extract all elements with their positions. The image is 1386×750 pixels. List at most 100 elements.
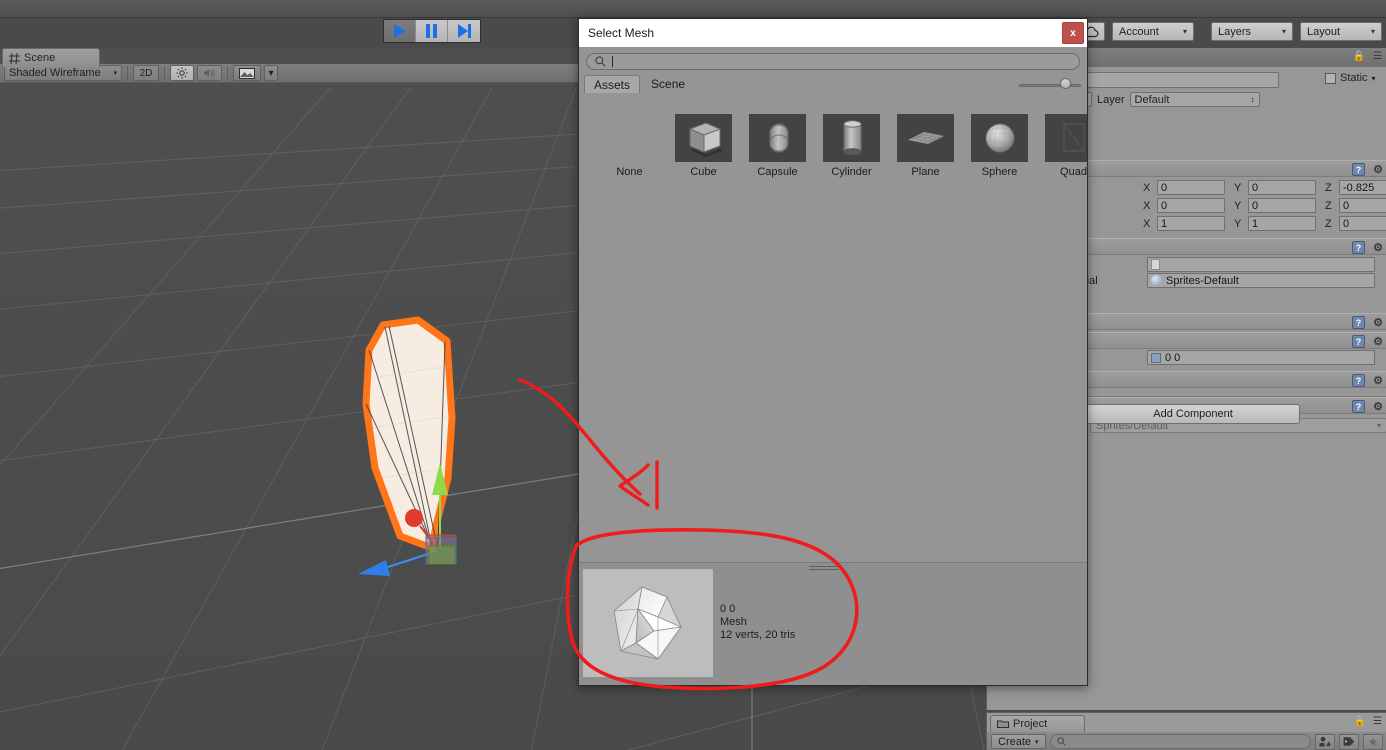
draw-mode-label: Shaded Wireframe	[9, 67, 101, 79]
gear-icon[interactable]: ⚙	[1373, 163, 1383, 176]
pause-icon	[426, 24, 437, 38]
pause-button[interactable]	[416, 20, 448, 42]
help-icon[interactable]: ?	[1352, 400, 1365, 413]
tab-assets[interactable]: Assets	[584, 75, 641, 93]
slider-knob[interactable]	[1060, 78, 1071, 89]
tab-project[interactable]: Project	[990, 715, 1085, 732]
axis-z-label: Z	[1325, 199, 1332, 212]
preview-stats: 12 verts, 20 tris	[720, 629, 796, 641]
chevron-down-icon: ▾	[1370, 27, 1375, 36]
rotation-y-field[interactable]: 0	[1248, 198, 1316, 213]
help-icon[interactable]: ?	[1352, 335, 1365, 348]
tab-assets-label: Assets	[594, 77, 631, 92]
dialog-close-button[interactable]: x	[1062, 22, 1084, 44]
transform-rotation-row: X 0 Y 0 Z 0	[1143, 198, 1386, 213]
mesh-item-sphere[interactable]: Sphere	[971, 114, 1028, 178]
tab-scene[interactable]: Scene	[642, 75, 694, 93]
lock-icon[interactable]: 🔒	[1353, 51, 1365, 62]
gear-icon[interactable]: ⚙	[1373, 241, 1383, 254]
position-x-field[interactable]: 0	[1157, 180, 1225, 195]
mesh-item-cube[interactable]: Cube	[675, 114, 732, 178]
scene-lighting-toggle[interactable]	[170, 65, 194, 81]
scale-x-field[interactable]: 1	[1157, 216, 1225, 231]
playback-controls[interactable]	[383, 19, 481, 43]
plane-icon	[906, 131, 945, 145]
filter-by-type-button[interactable]	[1315, 733, 1335, 750]
add-component-label: Add Component	[1153, 408, 1233, 420]
scene-fx-button[interactable]	[233, 65, 261, 81]
help-icon[interactable]: ?	[1352, 316, 1365, 329]
thumbnail-zoom-slider[interactable]	[1019, 78, 1081, 90]
add-component-button[interactable]: Add Component	[1086, 404, 1300, 424]
mesh-item-quad[interactable]: Quad	[1045, 114, 1087, 178]
dialog-preview-pane: 0 0 Mesh 12 verts, 20 tris	[579, 562, 1087, 685]
mesh-thumbnail	[897, 114, 954, 162]
gear-icon[interactable]: ⚙	[1373, 400, 1383, 413]
project-search-input[interactable]	[1049, 734, 1311, 749]
play-icon	[393, 24, 406, 38]
material-value: Sprites-Default	[1166, 274, 1239, 287]
preview-info: 0 0 Mesh 12 verts, 20 tris	[720, 603, 795, 642]
filter-by-label-button[interactable]	[1339, 733, 1359, 750]
mesh-list: None Cube Capsule Cylinder Plane Sphere …	[601, 114, 1087, 178]
scene-fx-dropdown[interactable]: ▾	[264, 65, 278, 81]
filter-label-icon	[1343, 737, 1355, 746]
select-mesh-dialog[interactable]: Select Mesh x Assets Scene None Cube Cap…	[578, 18, 1088, 686]
axis-y-label: Y	[1234, 199, 1242, 212]
dialog-title: Select Mesh	[588, 26, 655, 40]
step-button[interactable]	[448, 20, 480, 42]
layout-button[interactable]: Layout ▾	[1300, 22, 1382, 41]
static-checkbox[interactable]	[1325, 72, 1336, 84]
gear-icon[interactable]: ⚙	[1373, 374, 1383, 387]
polyhedron-mesh-icon	[613, 585, 683, 660]
layers-button[interactable]: Layers ▾	[1211, 22, 1293, 41]
dialog-asset-grid[interactable]: None Cube Capsule Cylinder Plane Sphere …	[579, 94, 1087, 562]
chevron-down-icon[interactable]: ▾	[1372, 74, 1376, 83]
axis-x-label: X	[1143, 217, 1151, 230]
mesh-item-none[interactable]: None	[601, 114, 658, 178]
chevron-down-icon: ▾	[268, 67, 274, 79]
folder-icon	[997, 720, 1009, 728]
project-panel: Project 🔒 ☰ Create ▾ ★	[986, 712, 1386, 750]
tab-scene[interactable]: Scene	[2, 48, 100, 67]
mesh-object-field[interactable]: 0 0	[1147, 350, 1375, 365]
transform-position-row: X 0 Y 0 Z -0.825	[1143, 180, 1386, 195]
create-asset-button[interactable]: Create ▾	[991, 734, 1046, 749]
gear-icon[interactable]: ⚙	[1373, 316, 1383, 329]
favorites-button[interactable]: ★	[1363, 733, 1383, 750]
position-y-field[interactable]: 0	[1248, 180, 1316, 195]
script-object-field[interactable]	[1147, 257, 1375, 272]
material-object-field[interactable]: Sprites-Default	[1147, 273, 1375, 288]
mesh-item-capsule[interactable]: Capsule	[749, 114, 806, 178]
scale-z-field[interactable]: 0	[1339, 216, 1386, 231]
scene-audio-toggle[interactable]	[197, 65, 222, 81]
mesh-item-cylinder[interactable]: Cylinder	[823, 114, 880, 178]
gear-icon[interactable]: ⚙	[1373, 335, 1383, 348]
static-checkbox-group[interactable]: Static ▾	[1325, 72, 1376, 84]
position-z-field[interactable]: -0.825	[1339, 180, 1386, 195]
updown-icon: ↕	[1250, 95, 1255, 104]
project-toolbar: Create ▾ ★	[987, 732, 1386, 750]
draw-mode-dropdown[interactable]: Shaded Wireframe ▾	[4, 65, 122, 81]
scale-y-field[interactable]: 1	[1248, 216, 1316, 231]
dialog-title-bar[interactable]: Select Mesh	[579, 19, 1087, 47]
help-icon[interactable]: ?	[1352, 163, 1365, 176]
menu-icon[interactable]: ☰	[1373, 716, 1382, 727]
help-icon[interactable]: ?	[1352, 241, 1365, 254]
help-icon[interactable]: ?	[1352, 374, 1365, 387]
lock-icon[interactable]: 🔒	[1354, 716, 1366, 727]
rotation-z-field[interactable]: 0	[1339, 198, 1386, 213]
play-button[interactable]	[384, 20, 416, 42]
drag-handle-icon[interactable]	[809, 566, 839, 572]
tab-scene-label: Scene	[651, 77, 686, 91]
chevron-down-icon: ▾	[1281, 27, 1286, 36]
rotation-x-field[interactable]: 0	[1157, 198, 1225, 213]
project-tab-label: Project	[1013, 718, 1048, 730]
account-button[interactable]: Account ▾	[1112, 22, 1194, 41]
dialog-search-input[interactable]	[586, 52, 1080, 70]
mesh-label: Cylinder	[831, 166, 872, 178]
menu-icon[interactable]: ☰	[1373, 51, 1382, 62]
toggle-2d-button[interactable]: 2D	[133, 65, 159, 81]
layer-dropdown[interactable]: Default ↕	[1129, 92, 1260, 107]
mesh-item-plane[interactable]: Plane	[897, 114, 954, 178]
